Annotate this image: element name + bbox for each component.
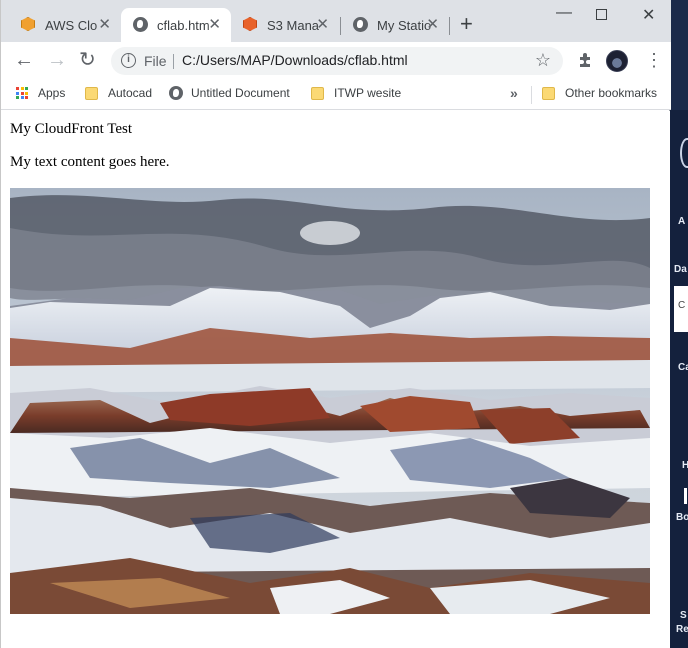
bookmark-label: Apps	[38, 86, 66, 100]
info-icon[interactable]: i	[121, 53, 136, 68]
s3-cube-icon	[243, 17, 259, 33]
scheme-label: File	[144, 53, 167, 69]
bookmark-label: Untitled Document	[191, 86, 290, 100]
forward-arrow-icon[interactable]: →	[47, 50, 67, 70]
tab-s3-management[interactable]: S3 Mana ✕	[231, 8, 339, 42]
omnibox-divider	[173, 54, 174, 69]
canyon-landscape-image	[10, 188, 650, 614]
background-app-text: Bo	[676, 512, 688, 523]
extensions-puzzle-icon[interactable]	[577, 52, 593, 68]
canyon-photo	[10, 188, 650, 614]
background-app-text: C	[678, 300, 686, 311]
browser-window: AWS Clo ✕ cflab.htm ✕ S3 Mana ✕ My Stati…	[0, 0, 671, 648]
more-menu-icon[interactable]: ⋮	[645, 50, 663, 70]
bookmark-label: Other bookmarks	[565, 86, 658, 100]
background-app-text: H	[682, 460, 688, 471]
folder-icon	[542, 86, 555, 100]
background-app-text: Re	[676, 624, 688, 635]
reload-icon[interactable]: ↻	[79, 50, 96, 70]
page-text: My text content goes here.	[10, 154, 170, 170]
bookmark-star-icon[interactable]: ☆	[535, 50, 551, 71]
close-icon[interactable]: ✕	[208, 17, 221, 32]
toolbar: ← → ↻ i File ☆ ⋮	[1, 42, 671, 80]
close-icon[interactable]: ✕	[426, 17, 439, 32]
bookmark-label: ITWP wesite	[334, 86, 402, 100]
new-tab-button[interactable]: +	[460, 13, 473, 35]
bookmark-autocad[interactable]: Autocad	[85, 86, 152, 100]
page-content: My CloudFront Test My text content goes …	[2, 111, 670, 648]
bookmark-untitled-document[interactable]: Untitled Document	[169, 86, 290, 100]
background-app-logo-icon	[680, 138, 688, 168]
globe-icon	[353, 17, 369, 33]
globe-icon	[133, 17, 149, 33]
tab-my-static-site[interactable]: My Statio ✕	[341, 8, 449, 42]
globe-icon	[169, 86, 183, 100]
tab-separator	[449, 17, 450, 35]
bookmark-label: Autocad	[108, 86, 153, 100]
bookmark-apps[interactable]: Apps	[16, 86, 65, 100]
folder-icon	[311, 86, 324, 100]
tab-cflab[interactable]: cflab.htm ✕	[121, 8, 231, 42]
apps-grid-icon	[16, 87, 28, 99]
background-app-text: Da	[674, 264, 687, 275]
close-icon[interactable]: ✕	[316, 17, 329, 32]
bookmarks-overflow-chevron-icon[interactable]: »	[510, 85, 518, 101]
back-arrow-icon[interactable]: ←	[14, 50, 34, 70]
close-icon[interactable]: ✕	[98, 17, 111, 32]
folder-icon	[85, 86, 98, 100]
page-heading: My CloudFront Test	[10, 121, 133, 137]
background-app-input: C	[674, 286, 688, 332]
background-app-window: A Da C Ca H Bo S Re	[670, 110, 688, 648]
bookmarks-divider	[531, 86, 532, 104]
bookmark-itwp-website[interactable]: ITWP wesite	[311, 86, 401, 100]
maximize-icon[interactable]	[596, 6, 607, 20]
tab-aws-console[interactable]: AWS Clo ✕	[9, 8, 121, 42]
background-app-text: S	[680, 610, 687, 621]
url-input[interactable]	[182, 52, 512, 68]
aws-cube-icon	[21, 17, 37, 33]
background-app-text: Ca	[678, 362, 688, 373]
background-app-text: A	[678, 216, 686, 227]
address-bar[interactable]: i File ☆	[111, 47, 563, 75]
bookmarks-bar: Apps Autocad Untitled Document ITWP wesi…	[1, 80, 671, 110]
minimize-icon[interactable]: —	[556, 4, 572, 22]
window-close-icon[interactable]: ✕	[642, 5, 655, 25]
bookmark-other-bookmarks[interactable]: Other bookmarks	[542, 86, 657, 100]
tab-strip: AWS Clo ✕ cflab.htm ✕ S3 Mana ✕ My Stati…	[1, 0, 671, 42]
background-app-divider	[684, 488, 687, 504]
profile-avatar[interactable]	[606, 50, 628, 72]
